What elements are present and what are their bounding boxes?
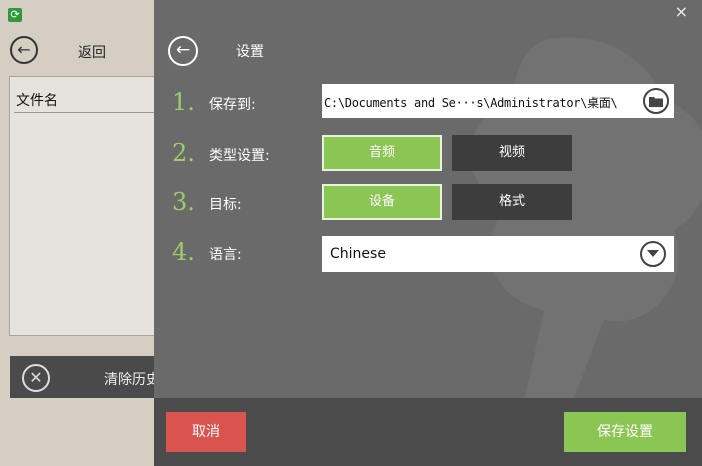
row-number-1: 1. bbox=[172, 88, 195, 116]
save-to-label: 保存到: bbox=[209, 97, 256, 113]
close-button[interactable]: × bbox=[675, 2, 688, 21]
background-back-icon[interactable]: ← bbox=[10, 36, 38, 64]
refresh-icon: ⟳ bbox=[8, 8, 22, 22]
save-path-value: C:\Documents and Se···s\Administrator\桌面… bbox=[324, 96, 618, 110]
save-settings-button[interactable]: 保存设置 bbox=[564, 412, 686, 452]
cancel-button[interactable]: 取消 bbox=[166, 412, 246, 452]
target-device-button[interactable]: 设备 bbox=[322, 184, 442, 220]
close-circle-icon[interactable]: ✕ bbox=[22, 364, 50, 392]
file-header-divider bbox=[14, 112, 164, 113]
back-arrow-icon[interactable]: ← bbox=[168, 36, 198, 66]
language-label: 语言: bbox=[209, 247, 242, 263]
clear-history-label[interactable]: 清除历史 bbox=[104, 369, 160, 389]
file-list-panel bbox=[9, 76, 169, 336]
type-audio-button[interactable]: 音频 bbox=[322, 135, 442, 171]
language-select[interactable]: Chinese bbox=[322, 236, 674, 272]
dialog-title: 设置 bbox=[236, 44, 264, 60]
folder-icon[interactable] bbox=[643, 88, 669, 114]
type-video-button[interactable]: 视频 bbox=[452, 135, 572, 171]
background-window: ⟳ ← 返回 文件名 ✕ 清除历史 bbox=[0, 0, 170, 466]
background-back-label[interactable]: 返回 bbox=[78, 42, 106, 62]
type-settings-label: 类型设置: bbox=[209, 148, 270, 164]
language-value: Chinese bbox=[330, 246, 386, 262]
save-path-field[interactable]: C:\Documents and Se···s\Administrator\桌面… bbox=[322, 84, 674, 118]
file-name-column-header: 文件名 bbox=[16, 93, 58, 109]
row-number-3: 3. bbox=[172, 188, 195, 216]
row-number-4: 4. bbox=[172, 238, 195, 266]
target-label: 目标: bbox=[209, 197, 242, 213]
dialog-footer: 取消 保存设置 bbox=[154, 398, 702, 466]
target-format-button[interactable]: 格式 bbox=[452, 184, 572, 220]
chevron-down-icon[interactable] bbox=[640, 241, 666, 267]
row-number-2: 2. bbox=[172, 139, 195, 167]
settings-dialog: × ← 设置 1. 保存到: C:\Documents and Se···s\A… bbox=[154, 0, 702, 466]
